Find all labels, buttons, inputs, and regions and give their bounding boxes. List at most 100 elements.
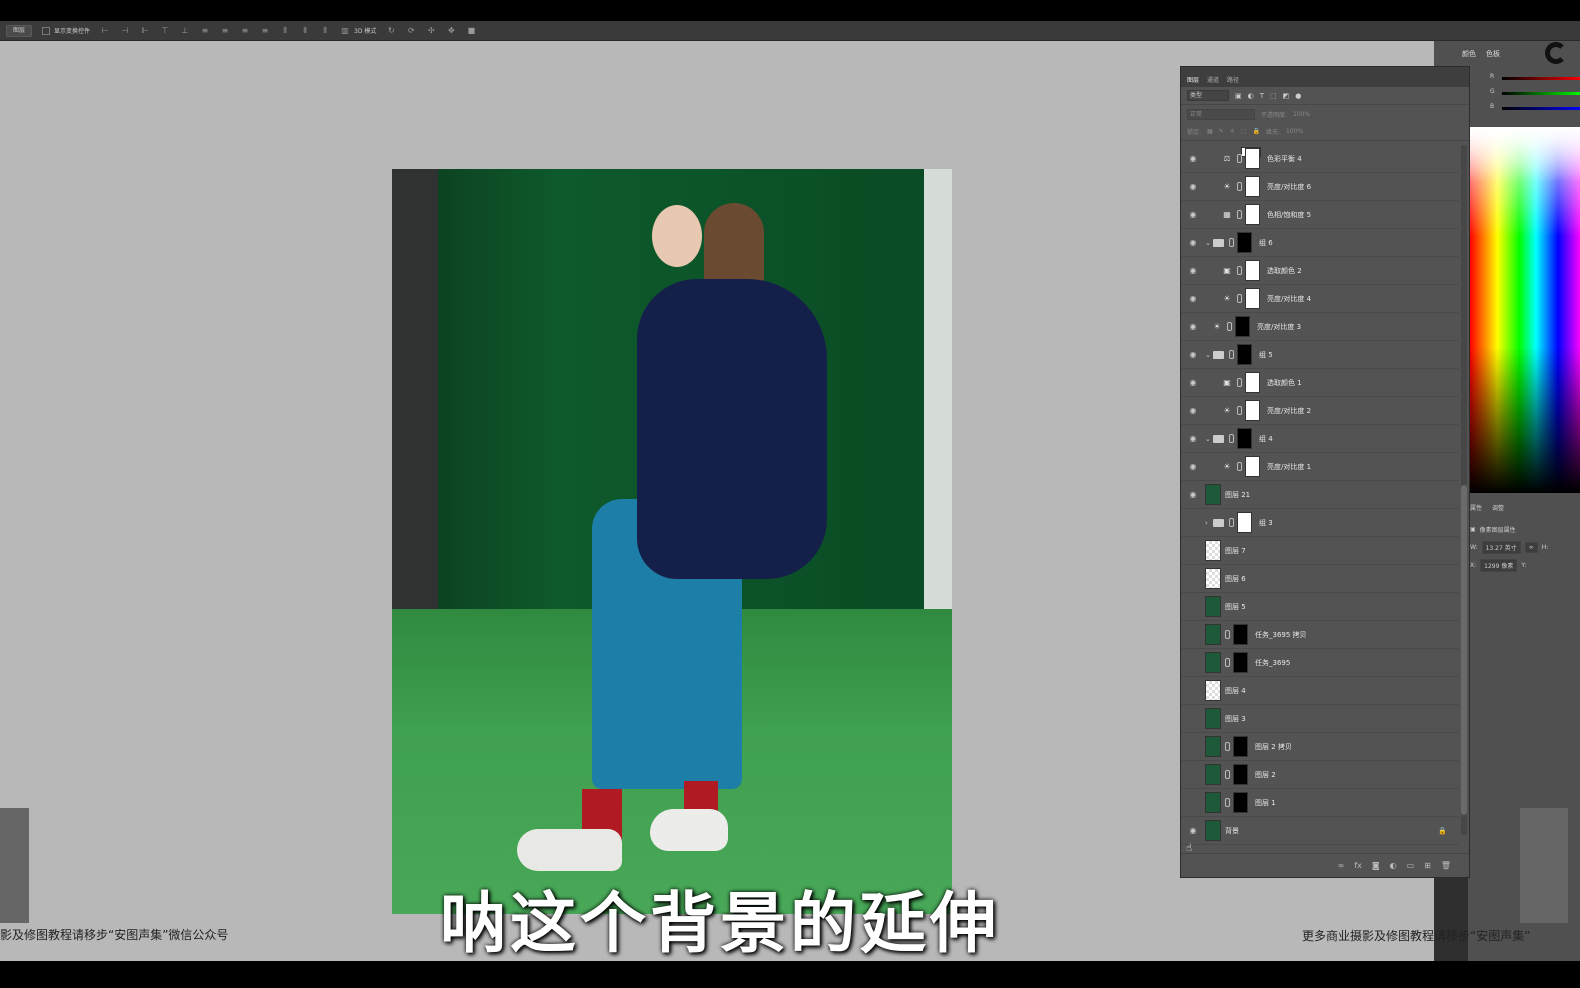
layer-row[interactable]: 图层 7 [1181,537,1459,565]
3d-roll-icon[interactable]: ⟳ [406,26,416,36]
layer-row[interactable]: 任务_3695 [1181,649,1459,677]
visibility-eye-icon[interactable]: ◉ [1188,210,1198,219]
mask-link-icon[interactable] [1237,294,1242,303]
layer-row[interactable]: ◉ ▣ 选取颜色 1 [1181,369,1459,397]
mask-link-icon[interactable] [1237,462,1242,471]
layer-row[interactable]: ◉ ☀ 亮度/对比度 4 [1181,285,1459,313]
add-mask-icon[interactable]: ◙ [1372,861,1380,870]
auto-align-icon[interactable]: ▥ [340,26,350,36]
link-wh-icon[interactable]: ∞ [1524,541,1538,553]
w-field[interactable]: 13.27 英寸 [1481,540,1521,554]
slider-g[interactable]: G [1490,88,1580,103]
mask-link-icon[interactable] [1225,798,1230,807]
filter-kind-dropdown[interactable]: 类型 [1187,90,1229,101]
new-layer-icon[interactable]: ⊞ [1424,861,1431,870]
align-middle-icon[interactable]: ⊥ [180,26,190,36]
filter-toggle-icon[interactable]: ● [1295,92,1301,100]
lock-artboard-icon[interactable]: ⬚ [1241,128,1247,135]
3d-scale-icon[interactable]: ■ [466,26,476,36]
mask-link-icon[interactable] [1237,266,1242,275]
mask-link-icon[interactable] [1237,182,1242,191]
visibility-eye-icon[interactable]: ◉ [1188,350,1198,359]
distribute-left-icon[interactable]: ⫴ [280,26,290,36]
opacity-field[interactable]: 100% [1293,111,1310,118]
visibility-eye-icon[interactable]: ◉ [1188,238,1198,247]
filter-shape-icon[interactable]: ⬚ [1270,92,1277,100]
layer-row[interactable]: 图层 4 [1181,677,1459,705]
layer-row[interactable]: ◉ ☀ 亮度/对比度 3 [1181,313,1459,341]
group-expand-icon[interactable]: › [1205,519,1208,527]
lock-transparent-icon[interactable]: ▦ [1207,128,1213,135]
mask-link-icon[interactable] [1225,770,1230,779]
distribute-right-icon[interactable]: ⫴ [320,26,330,36]
layer-mask-thumbnail[interactable] [1235,316,1250,337]
mask-link-icon[interactable] [1229,238,1234,247]
layer-row[interactable]: ◉ ⌄ 组 5 [1181,341,1459,369]
layer-mask-thumbnail[interactable] [1237,512,1252,533]
visibility-eye-icon[interactable]: ◉ [1188,294,1198,303]
tab-swatches[interactable]: 色板 [1486,49,1500,59]
layer-row[interactable]: ◉ ⚖ 色彩平衡 4 [1181,145,1459,173]
layer-row[interactable]: ◉ 背景 🔒 [1181,817,1459,845]
visibility-eye-icon[interactable]: ◉ [1188,154,1198,163]
filter-type-icon[interactable]: T [1260,92,1264,100]
visibility-eye-icon[interactable]: ◉ [1188,462,1198,471]
align-center-icon[interactable]: ⊣ [120,26,130,36]
mask-link-icon[interactable] [1237,154,1242,163]
layer-mask-thumbnail[interactable] [1245,456,1260,477]
group-expand-icon[interactable]: ⌄ [1205,435,1211,443]
distribute-center-icon[interactable]: ⫴ [300,26,310,36]
mask-link-icon[interactable] [1237,378,1242,387]
blend-mode-dropdown[interactable]: 正常 [1187,108,1255,120]
tab-color[interactable]: 颜色 [1462,49,1476,59]
tab-properties[interactable]: 属性 [1470,503,1482,512]
visibility-eye-icon[interactable]: ◉ [1188,490,1198,499]
layer-mask-thumbnail[interactable] [1245,260,1260,281]
tab-channels[interactable]: 通道 [1207,75,1219,87]
layer-mask-thumbnail[interactable] [1233,624,1248,645]
layer-row[interactable]: ◉ ☀ 亮度/对比度 6 [1181,173,1459,201]
visibility-eye-icon[interactable]: ◉ [1188,182,1198,191]
filter-adjustment-icon[interactable]: ◐ [1248,92,1254,100]
link-layers-icon[interactable]: ∞ [1338,861,1345,870]
mask-link-icon[interactable] [1229,434,1234,443]
layer-row[interactable]: ◉ ☀ 亮度/对比度 2 [1181,397,1459,425]
lock-brush-icon[interactable]: ✎ [1219,128,1224,135]
fx-icon[interactable]: fx [1354,861,1362,870]
align-left-icon[interactable]: ⊢ [100,26,110,36]
mask-link-icon[interactable] [1225,630,1230,639]
delete-layer-icon[interactable]: 🗑 [1441,861,1451,870]
slider-b[interactable]: B [1490,103,1580,118]
x-field[interactable]: 1299 像素 [1480,558,1518,572]
3d-rotate-icon[interactable]: ↻ [386,26,396,36]
layer-row[interactable]: ◉ ⌄ 组 6 [1181,229,1459,257]
layer-mask-thumbnail[interactable] [1233,652,1248,673]
group-expand-icon[interactable]: ⌄ [1205,239,1211,247]
filter-smart-icon[interactable]: ◩ [1283,92,1290,100]
layer-row[interactable]: ◉ ☀ 亮度/对比度 1 [1181,453,1459,481]
show-transform-checkbox[interactable] [42,26,51,35]
new-group-icon[interactable]: ▭ [1407,861,1415,870]
lock-all-icon[interactable]: 🔒 [1252,128,1259,135]
layer-row[interactable]: 图层 5 [1181,593,1459,621]
3d-slide-icon[interactable]: ✥ [446,26,456,36]
align-top-icon[interactable]: ⊤ [160,26,170,36]
layer-mask-thumbnail[interactable] [1245,176,1260,197]
layer-mask-thumbnail[interactable] [1245,372,1260,393]
layer-mask-thumbnail[interactable] [1245,288,1260,309]
slider-r[interactable]: R [1490,73,1580,88]
3d-drag-icon[interactable]: ✣ [426,26,436,36]
mask-link-icon[interactable] [1237,210,1242,219]
layer-row[interactable]: 图层 1 [1181,789,1459,817]
layer-mask-thumbnail[interactable] [1237,232,1252,253]
layer-mask-thumbnail[interactable] [1245,400,1260,421]
layer-row[interactable]: ◉ ▣ 选取颜色 2 [1181,257,1459,285]
lock-move-icon[interactable]: ✛ [1230,128,1235,135]
visibility-eye-icon[interactable]: ◉ [1188,266,1198,275]
align-bottom-icon[interactable]: ≡ [200,26,210,36]
visibility-eye-icon[interactable]: ◉ [1188,406,1198,415]
mask-link-icon[interactable] [1237,406,1242,415]
layer-row[interactable]: ◉ ▦ 色相/饱和度 5 [1181,201,1459,229]
new-adjustment-icon[interactable]: ◐ [1390,861,1397,870]
fill-field[interactable]: 100% [1286,128,1303,135]
